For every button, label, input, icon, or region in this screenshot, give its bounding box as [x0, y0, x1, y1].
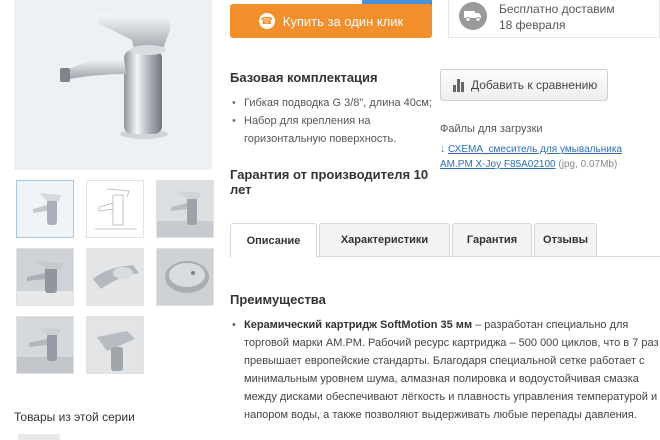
- advantages-bold: Керамический картридж SoftMotion 35 мм: [244, 319, 473, 331]
- product-main-image[interactable]: [14, 0, 212, 170]
- product-tabs: Описание Характеристики Гарантия Отзывы: [230, 223, 660, 258]
- gallery-thumb-7[interactable]: [16, 316, 74, 374]
- gallery-thumb-4[interactable]: [16, 248, 74, 306]
- series-thumb[interactable]: [18, 434, 60, 440]
- truck-icon: [459, 2, 487, 30]
- kit-list: Гибкая подводка G 3/8", длина 40см; Набо…: [232, 94, 432, 148]
- download-icon: ↓: [440, 144, 445, 155]
- file-meta: (jpg, 0.07Mb): [558, 159, 618, 170]
- gallery-thumb-5[interactable]: [86, 248, 144, 306]
- gallery-thumb-2[interactable]: [86, 180, 144, 238]
- product-gallery: Товары из этой серии: [0, 0, 222, 440]
- delivery-title: Бесплатно доставим: [499, 2, 615, 16]
- phone-icon: ☎: [258, 13, 275, 29]
- tab-reviews[interactable]: Отзывы: [534, 223, 597, 257]
- kit-title: Базовая комплектация: [230, 70, 378, 85]
- bar-chart-icon: [453, 78, 465, 92]
- advantages-text: Керамический картридж SoftMotion 35 мм –…: [232, 316, 660, 424]
- kit-item: Гибкая подводка G 3/8", длина 40см;: [232, 94, 432, 112]
- tab-characteristics[interactable]: Характеристики: [319, 223, 450, 257]
- series-title: Товары из этой серии: [14, 410, 135, 424]
- kit-item: Набор для крепления на горизонтальную по…: [232, 112, 432, 148]
- gallery-thumb-6[interactable]: [156, 248, 214, 306]
- buy-one-click-button[interactable]: ☎ Купить за один клик: [230, 4, 432, 38]
- tab-description[interactable]: Описание: [230, 223, 317, 258]
- gallery-thumb-3[interactable]: [156, 180, 214, 238]
- advantages-title: Преимущества: [230, 292, 326, 307]
- delivery-date: 18 февраля: [499, 18, 566, 32]
- add-to-compare-button[interactable]: Добавить к сравнению: [440, 69, 608, 101]
- files-title: Файлы для загрузки: [440, 123, 543, 135]
- tab-warranty[interactable]: Гарантия: [452, 223, 532, 257]
- gallery-thumb-1[interactable]: [16, 180, 74, 238]
- download-file-link[interactable]: ↓ СХЕМА_смеситель для умывальника AM.PM X…: [440, 142, 640, 172]
- warranty-text: Гарантия от производителя 10 лет: [230, 167, 429, 197]
- delivery-info: Бесплатно доставим 18 февраля: [448, 0, 660, 38]
- advantages-body: – разработан специально для торговой мар…: [244, 319, 659, 421]
- gallery-thumb-8[interactable]: [86, 316, 144, 374]
- compare-label: Добавить к сравнению: [471, 78, 598, 92]
- buy-one-click-label: Купить за один клик: [282, 13, 404, 29]
